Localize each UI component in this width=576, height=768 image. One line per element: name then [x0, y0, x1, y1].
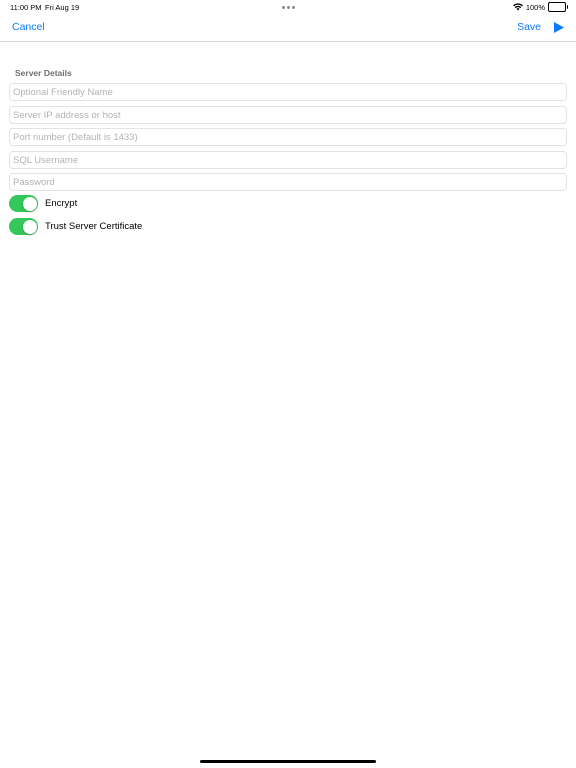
status-bar: 11:00 PM Fri Aug 19 100% [0, 0, 576, 14]
status-indicators: 100% [512, 2, 568, 12]
username-field[interactable] [9, 151, 567, 169]
status-date: Fri Aug 19 [45, 3, 80, 12]
password-field[interactable] [9, 173, 567, 191]
trust-server-certificate-label: Trust Server Certificate [45, 221, 143, 232]
multitasking-dots-icon[interactable] [282, 6, 295, 9]
encrypt-row: Encrypt [9, 195, 77, 212]
battery-icon [548, 2, 568, 12]
cancel-button[interactable]: Cancel [12, 21, 45, 33]
wifi-icon [512, 3, 523, 11]
trust-server-certificate-row: Trust Server Certificate [9, 218, 142, 235]
status-time: 11:00 PM [10, 3, 42, 12]
save-button[interactable]: Save [517, 21, 541, 33]
trust-server-certificate-toggle[interactable] [9, 218, 38, 235]
port-field[interactable] [9, 128, 567, 146]
section-header-server-details: Server Details [15, 68, 72, 78]
encrypt-label: Encrypt [45, 198, 78, 209]
encrypt-toggle[interactable] [9, 195, 38, 212]
friendly-name-field[interactable] [9, 83, 567, 101]
server-host-field[interactable] [9, 106, 567, 124]
home-indicator[interactable] [200, 760, 376, 763]
play-icon[interactable] [554, 22, 564, 33]
battery-percent: 100% [525, 2, 545, 12]
navigation-bar: Cancel Save [0, 14, 576, 42]
